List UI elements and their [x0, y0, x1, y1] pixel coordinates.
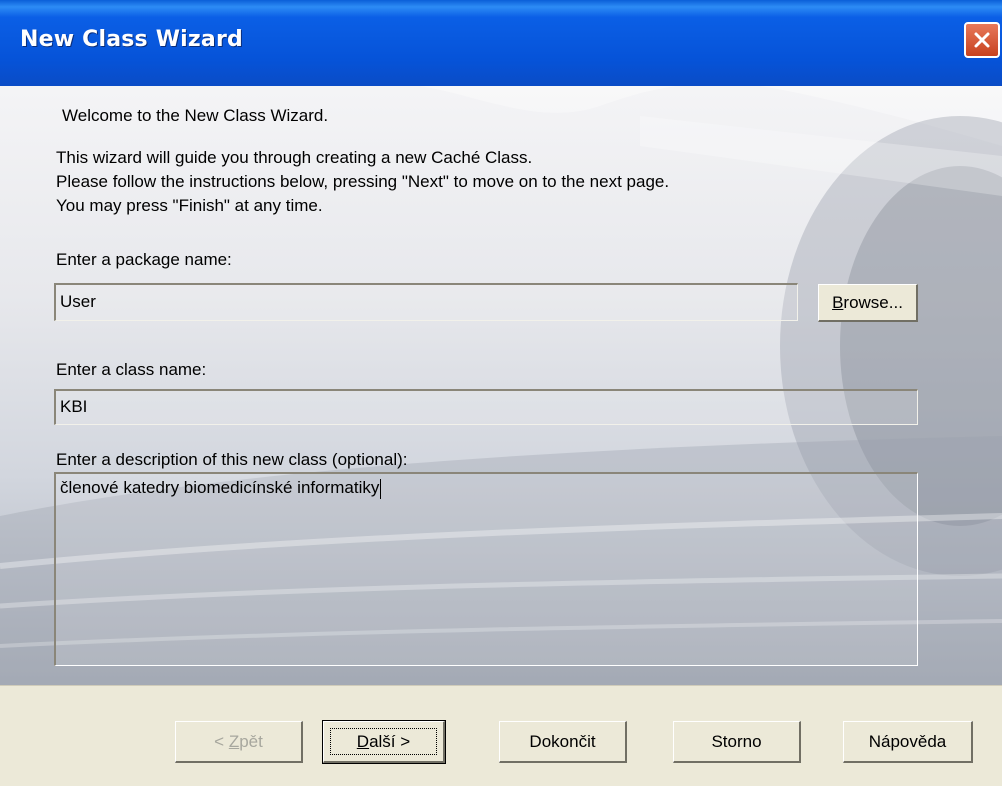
text-caret — [380, 478, 382, 499]
intro-line-3: You may press "Finish" at any time. — [56, 196, 323, 215]
browse-button[interactable]: Browse... — [818, 284, 918, 322]
browse-label: rowse... — [843, 292, 903, 312]
welcome-text: Welcome to the New Class Wizard. — [62, 106, 329, 125]
finish-button[interactable]: Dokončit — [499, 721, 627, 763]
title-bar[interactable]: New Class Wizard — [0, 0, 1002, 86]
description-value: členové katedry biomedicínské informatik… — [60, 478, 380, 497]
close-button[interactable] — [964, 22, 1000, 58]
cancel-button[interactable]: Storno — [673, 721, 801, 763]
next-label: alší > — [369, 731, 411, 751]
help-button[interactable]: Nápověda — [843, 721, 973, 763]
close-x-icon — [974, 32, 990, 48]
intro-line-1: This wizard will guide you through creat… — [56, 148, 533, 167]
browse-mnemonic: B — [832, 292, 844, 312]
finish-label: Dokončit — [529, 731, 596, 751]
back-mnemonic: Z — [228, 731, 240, 751]
package-name-label: Enter a package name: — [56, 250, 232, 269]
next-mnemonic: D — [356, 731, 370, 751]
description-textarea[interactable]: členové katedry biomedicínské informatik… — [54, 472, 918, 666]
back-label: pět — [239, 731, 263, 751]
wizard-page: Welcome to the New Class Wizard. This wi… — [0, 86, 1002, 685]
back-button[interactable]: < Zpět — [175, 721, 303, 763]
intro-line-2: Please follow the instructions below, pr… — [56, 172, 670, 191]
window-title: New Class Wizard — [20, 27, 243, 52]
class-name-label: Enter a class name: — [56, 360, 207, 379]
help-label: Nápověda — [868, 731, 947, 751]
next-button[interactable]: Další > — [322, 720, 446, 764]
button-bar: < Zpět Další > Dokončit Storno Nápověda — [0, 685, 1002, 786]
new-class-wizard-window: New Class Wizard Welcome to the New Clas… — [0, 0, 1002, 786]
back-prefix: < — [214, 731, 225, 751]
package-name-value: User — [60, 292, 96, 311]
package-name-input[interactable]: User — [54, 283, 798, 321]
class-name-value: KBI — [60, 397, 88, 416]
description-label: Enter a description of this new class (o… — [56, 450, 408, 469]
cancel-label: Storno — [711, 731, 762, 751]
class-name-input[interactable]: KBI — [54, 389, 918, 425]
